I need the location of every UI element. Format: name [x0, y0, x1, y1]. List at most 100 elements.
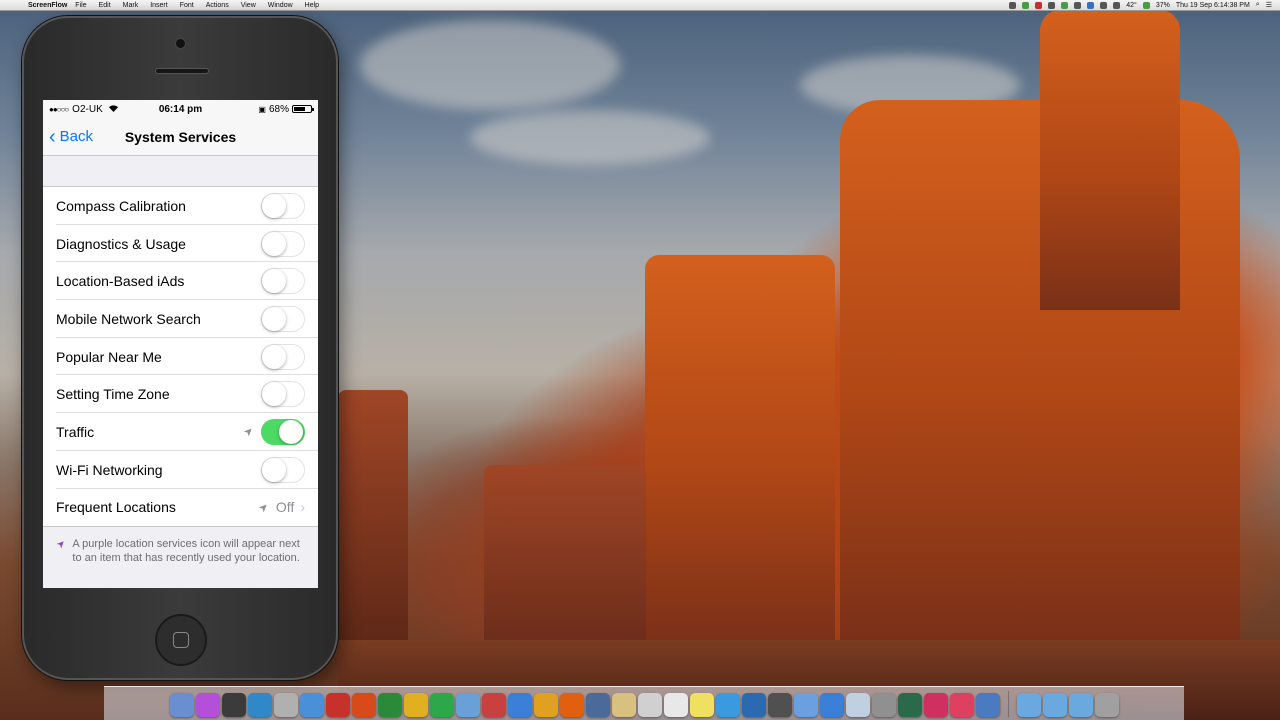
tray-icon[interactable]: [1087, 1, 1095, 9]
list-item[interactable]: Location-Based iAds: [43, 262, 318, 300]
dock-app-icon[interactable]: [611, 693, 636, 717]
spotlight-icon[interactable]: ⌕: [1256, 1, 1260, 9]
phone-screen: ●●○○○ O2-UK 06:14 pm ▣ 68% ‹ Back System…: [43, 100, 318, 588]
clock[interactable]: Thu 19 Sep 6:14:38 PM: [1176, 2, 1250, 9]
toggle-knob: [262, 193, 286, 218]
dock-app-icon[interactable]: [949, 693, 974, 717]
dock-app-icon[interactable]: [897, 693, 922, 717]
menu-view[interactable]: View: [241, 2, 256, 9]
dock-app-icon[interactable]: [819, 693, 844, 717]
dock-app-icon[interactable]: [533, 693, 558, 717]
dock-app-icon[interactable]: [975, 693, 1000, 717]
dock-app-icon[interactable]: [247, 693, 272, 717]
status-right: ▣ 68%: [258, 103, 314, 115]
dock-app-icon[interactable]: [507, 693, 532, 717]
toggle-switch[interactable]: [261, 268, 305, 295]
dock-app-icon[interactable]: [455, 693, 480, 717]
tray-icon[interactable]: [1022, 1, 1030, 9]
notification-center-icon[interactable]: ☰: [1266, 1, 1272, 9]
toggle-knob: [279, 419, 303, 444]
dock-app-icon[interactable]: [481, 693, 506, 717]
back-button[interactable]: ‹ Back: [49, 127, 93, 147]
menu-insert[interactable]: Insert: [150, 2, 168, 9]
menu-mark[interactable]: Mark: [123, 2, 139, 9]
dock-app-icon[interactable]: [689, 693, 714, 717]
dock-app-icon[interactable]: [585, 693, 610, 717]
screen-lock-icon: ▣: [258, 104, 266, 114]
dock-app-icon[interactable]: [429, 693, 454, 717]
toggle-switch[interactable]: [261, 418, 305, 445]
toggle-switch[interactable]: [261, 192, 305, 219]
menu-bar: ScreenFlow File Edit Mark Insert Font Ac…: [0, 0, 1280, 11]
dock-app-icon[interactable]: [663, 693, 688, 717]
toggle-switch[interactable]: [261, 456, 305, 483]
toggle-switch[interactable]: [261, 343, 305, 370]
weather-temp[interactable]: 42°: [1126, 2, 1137, 9]
volume-icon[interactable]: [1113, 1, 1121, 9]
list-item[interactable]: Traffic ➤: [43, 413, 318, 451]
toggle-knob: [262, 231, 286, 256]
battery-percent[interactable]: 37%: [1156, 2, 1170, 9]
list-item[interactable]: Wi-Fi Networking: [43, 451, 318, 489]
toggle-knob: [262, 344, 286, 369]
list-item[interactable]: Setting Time Zone: [43, 375, 318, 413]
wifi-icon[interactable]: [1100, 1, 1108, 9]
list-item[interactable]: Diagnostics & Usage: [43, 225, 318, 263]
tray-icon[interactable]: [1074, 1, 1082, 9]
dock-app-icon[interactable]: [273, 693, 298, 717]
dock-app-icon[interactable]: [377, 693, 402, 717]
tray-icon[interactable]: [1035, 1, 1043, 9]
dock-app-icon[interactable]: [299, 693, 324, 717]
home-button[interactable]: [155, 614, 207, 666]
toggle-knob: [262, 457, 286, 482]
toggle-knob: [262, 269, 286, 294]
dock-app-icon[interactable]: [351, 693, 376, 717]
dock-app-icon[interactable]: [195, 693, 220, 717]
tray-icon[interactable]: [1048, 1, 1056, 9]
purple-location-icon: ➤: [54, 537, 69, 552]
dock-app-icon[interactable]: [871, 693, 896, 717]
menu-actions[interactable]: Actions: [206, 2, 229, 9]
menu-window[interactable]: Window: [268, 2, 293, 9]
row-label: Setting Time Zone: [56, 386, 170, 403]
dock-app-icon[interactable]: [1016, 693, 1041, 717]
dock-app-icon[interactable]: [559, 693, 584, 717]
dock-app-icon[interactable]: [923, 693, 948, 717]
battery-percent: 68%: [268, 103, 289, 115]
row-label: Mobile Network Search: [56, 310, 201, 327]
app-menu[interactable]: ScreenFlow: [28, 2, 67, 9]
back-label: Back: [59, 128, 94, 145]
navigation-bar: ‹ Back System Services: [43, 118, 318, 156]
menu-file[interactable]: File: [75, 2, 86, 9]
dock-app-icon[interactable]: [741, 693, 766, 717]
list-item[interactable]: Compass Calibration: [43, 187, 318, 225]
dock-app-icon[interactable]: [403, 693, 428, 717]
dock-app-icon[interactable]: [221, 693, 246, 717]
dock-app-icon[interactable]: [1068, 693, 1093, 717]
row-label: Compass Calibration: [56, 197, 186, 214]
tray-icon[interactable]: [1061, 1, 1069, 9]
battery-icon[interactable]: [1142, 1, 1150, 9]
menu-font[interactable]: Font: [180, 2, 194, 9]
dock-app-icon[interactable]: [715, 693, 740, 717]
menu-help[interactable]: Help: [305, 2, 319, 9]
menu-edit[interactable]: Edit: [99, 2, 111, 9]
toggle-switch[interactable]: [261, 381, 305, 408]
list-item[interactable]: Mobile Network Search: [43, 300, 318, 338]
dock-app-icon[interactable]: [793, 693, 818, 717]
dock-app-icon[interactable]: [1094, 693, 1119, 717]
dock-app-icon[interactable]: [767, 693, 792, 717]
dock-app-icon[interactable]: [637, 693, 662, 717]
list-item[interactable]: Popular Near Me: [43, 338, 318, 376]
dock-app-icon[interactable]: [845, 693, 870, 717]
frequent-locations-row[interactable]: Frequent Locations ➤ Off ›: [43, 489, 318, 527]
rock-formation: [338, 390, 408, 660]
dock-app-icon[interactable]: [1042, 693, 1067, 717]
toggle-switch[interactable]: [261, 305, 305, 332]
dock-app-icon[interactable]: [325, 693, 350, 717]
chevron-left-icon: ‹: [49, 125, 56, 148]
row-label: Frequent Locations: [56, 499, 176, 516]
dock-app-icon[interactable]: [169, 693, 194, 717]
toggle-switch[interactable]: [261, 230, 305, 257]
tray-icon[interactable]: [1009, 1, 1017, 9]
